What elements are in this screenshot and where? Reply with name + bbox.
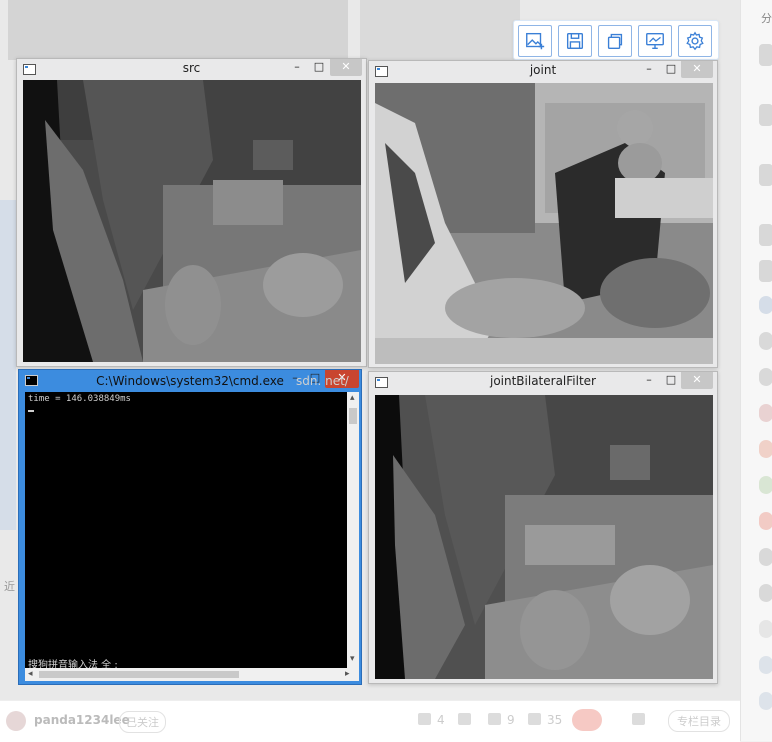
sidebar-avatar-icon[interactable]	[759, 440, 772, 458]
scroll-thumb[interactable]	[39, 671, 239, 678]
sidebar-avatar-icon[interactable]	[759, 332, 772, 350]
comment-count: 9	[507, 713, 515, 727]
screen-icon	[646, 32, 664, 50]
joint-titlebar[interactable]: joint – □ ✕	[369, 61, 717, 81]
scroll-left-icon[interactable]: ◂	[28, 669, 33, 679]
close-button[interactable]: ✕	[681, 61, 713, 78]
copy-icon	[607, 33, 623, 50]
article-bottom-bar: panda1234lee 已关注 4 9 35 专栏目录	[0, 700, 740, 742]
sidebar-avatar-icon[interactable]	[759, 692, 772, 710]
sidebar-avatar-icon[interactable]	[759, 656, 772, 674]
maximize-button[interactable]: □	[661, 372, 681, 389]
sidebar-thumb[interactable]	[759, 104, 772, 126]
right-sidebar: 分	[740, 0, 772, 741]
joint-window[interactable]: joint – □ ✕	[368, 60, 718, 368]
sidebar-avatar-icon[interactable]	[759, 296, 772, 314]
src-depth-image-svg	[23, 80, 361, 362]
cmd-window[interactable]: C:\Windows\system32\cmd.exe – □ ✕ time =…	[18, 369, 362, 685]
avatar[interactable]	[6, 711, 26, 731]
watermark-text: sdn. net/	[296, 374, 349, 388]
maximize-button[interactable]: □	[661, 61, 681, 78]
save-icon	[566, 32, 584, 50]
sidebar-thumb[interactable]	[759, 44, 772, 66]
image-add-button[interactable]	[518, 25, 552, 57]
filter-depth-image	[375, 395, 713, 679]
console-output-area[interactable]: time = 146.038849ms 搜狗拼音输入法 全 :	[25, 392, 347, 671]
background-image-fragment	[0, 200, 16, 530]
joint-image-svg	[375, 83, 713, 364]
sidebar-thumb[interactable]	[759, 164, 772, 186]
filter-window[interactable]: jointBilateralFilter – □ ✕	[368, 371, 718, 684]
background-image-fragment	[8, 0, 348, 60]
settings-gear-icon	[686, 31, 704, 51]
minimize-button[interactable]: –	[287, 59, 307, 76]
minimize-button[interactable]: –	[639, 372, 659, 389]
scroll-right-icon[interactable]: ▸	[345, 669, 350, 679]
reward-button[interactable]	[572, 709, 602, 731]
follow-button[interactable]: 已关注	[119, 711, 166, 733]
vertical-scrollbar[interactable]: ▴ ▾	[347, 392, 359, 668]
filter-image-svg	[375, 395, 713, 679]
sidebar-thumb[interactable]	[759, 224, 772, 246]
scroll-thumb[interactable]	[349, 408, 357, 424]
console-cursor	[28, 410, 34, 412]
src-window[interactable]: src – □ ✕	[16, 58, 367, 367]
background-image-fragment	[360, 0, 520, 60]
horizontal-scrollbar[interactable]: ◂ ▸	[25, 668, 359, 681]
image-toolbar	[513, 20, 719, 60]
close-button[interactable]: ✕	[681, 372, 713, 389]
screen-button[interactable]	[638, 25, 672, 57]
console-output-text: time = 146.038849ms	[28, 394, 131, 404]
src-titlebar[interactable]: src – □ ✕	[17, 59, 366, 79]
sidebar-avatar-icon[interactable]	[759, 368, 772, 386]
close-button[interactable]: ✕	[330, 59, 362, 76]
author-name[interactable]: panda1234lee	[34, 713, 130, 727]
column-toc-button[interactable]: 专栏目录	[668, 710, 730, 732]
copy-button[interactable]	[598, 25, 632, 57]
share-icon[interactable]	[632, 713, 645, 725]
sidebar-avatar-icon[interactable]	[759, 584, 772, 602]
like-count: 4	[437, 713, 445, 727]
sidebar-avatar-icon[interactable]	[759, 548, 772, 566]
joint-grayscale-image	[375, 83, 713, 364]
like-icon[interactable]	[418, 713, 431, 725]
dislike-icon[interactable]	[458, 713, 471, 725]
src-depth-image	[23, 80, 361, 362]
left-edge-text: 近	[4, 580, 15, 593]
save-button[interactable]	[558, 25, 592, 57]
filter-titlebar[interactable]: jointBilateralFilter – □ ✕	[369, 372, 717, 392]
sidebar-avatar-icon[interactable]	[759, 620, 772, 638]
maximize-button[interactable]: □	[309, 59, 329, 76]
minimize-button[interactable]: –	[639, 61, 659, 78]
scroll-down-icon[interactable]: ▾	[350, 654, 355, 664]
favorite-count: 35	[547, 713, 563, 727]
comment-icon[interactable]	[488, 713, 501, 725]
sidebar-thumb[interactable]	[759, 260, 772, 282]
sidebar-avatar-icon[interactable]	[759, 404, 772, 422]
scroll-up-icon[interactable]: ▴	[350, 393, 355, 403]
settings-button[interactable]	[678, 25, 712, 57]
sidebar-avatar-icon[interactable]	[759, 476, 772, 494]
image-add-icon	[526, 32, 545, 50]
favorite-star-icon[interactable]	[528, 713, 541, 725]
sidebar-avatar-icon[interactable]	[759, 512, 772, 530]
sidebar-label: 分	[761, 12, 772, 25]
